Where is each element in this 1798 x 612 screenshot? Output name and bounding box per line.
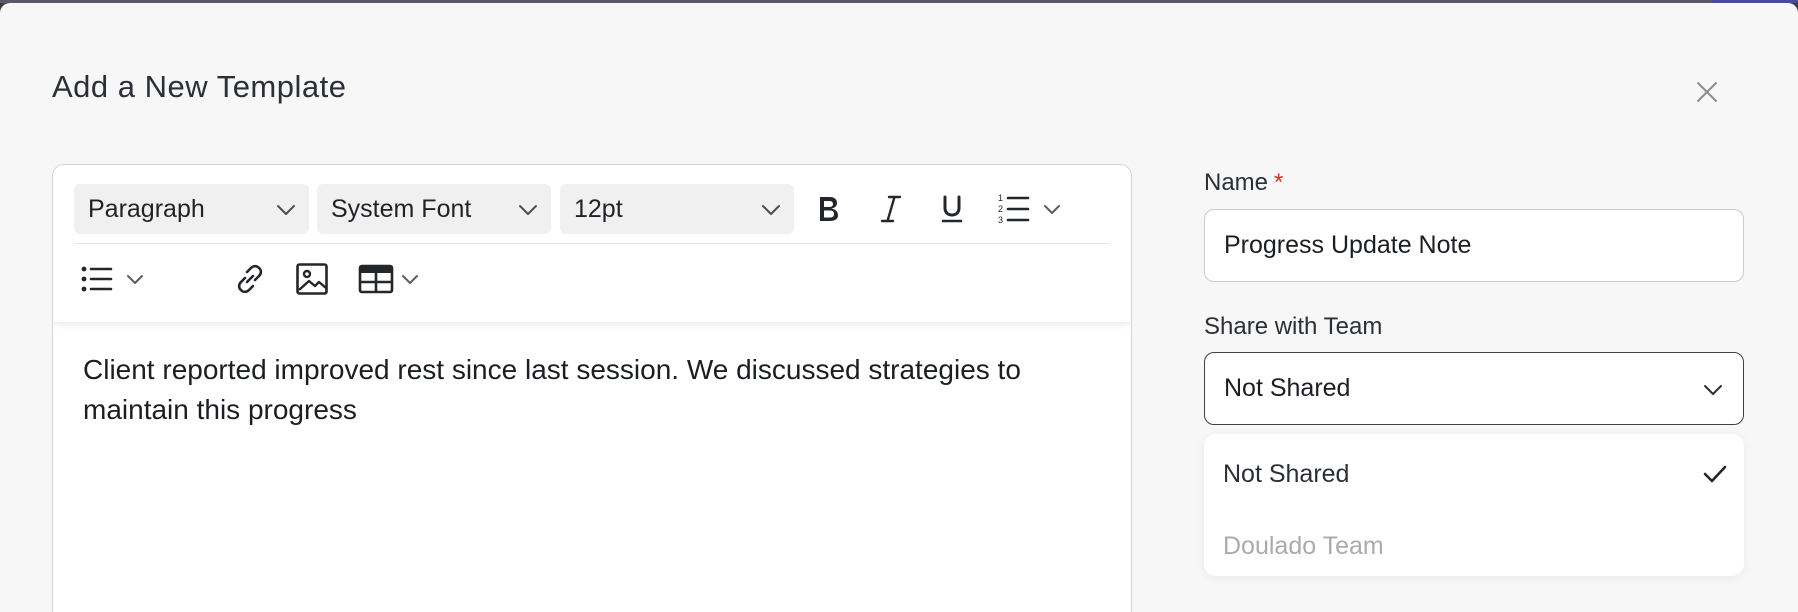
chevron-down-icon bbox=[402, 275, 418, 284]
required-mark: * bbox=[1274, 169, 1284, 196]
chevron-down-icon bbox=[1704, 385, 1722, 395]
close-button[interactable] bbox=[1690, 75, 1724, 109]
italic-icon bbox=[880, 195, 902, 223]
add-template-modal: Add a New Template Paragraph System Font… bbox=[0, 3, 1798, 612]
link-icon bbox=[237, 264, 263, 294]
share-option-doulado-team: Doulado Team bbox=[1204, 516, 1744, 576]
insert-link-button[interactable] bbox=[226, 254, 274, 304]
chevron-down-icon bbox=[277, 205, 295, 215]
rich-text-editor: Paragraph System Font 12pt 1 2 3 Client … bbox=[52, 164, 1132, 612]
svg-text:3: 3 bbox=[998, 215, 1003, 225]
toolbar-divider bbox=[74, 243, 1110, 244]
insert-table-button[interactable] bbox=[352, 254, 400, 304]
chevron-down-icon bbox=[127, 275, 143, 284]
table-dropdown[interactable] bbox=[395, 254, 425, 304]
chevron-down-icon bbox=[519, 205, 537, 215]
name-field-label: Name * bbox=[1204, 169, 1283, 197]
name-input[interactable] bbox=[1204, 209, 1744, 282]
insert-image-button[interactable] bbox=[288, 254, 336, 304]
share-option-not-shared[interactable]: Not Shared bbox=[1204, 444, 1744, 504]
image-icon bbox=[296, 263, 328, 295]
share-selected-value: Not Shared bbox=[1224, 374, 1351, 402]
font-family-label: System Font bbox=[331, 194, 472, 223]
table-icon bbox=[358, 264, 394, 294]
bullet-list-icon bbox=[81, 266, 113, 292]
block-format-select[interactable]: Paragraph bbox=[74, 184, 309, 234]
numbered-list-dropdown[interactable] bbox=[1037, 184, 1067, 234]
share-with-team-select[interactable]: Not Shared bbox=[1204, 352, 1744, 425]
option-label: Not Shared bbox=[1223, 459, 1350, 488]
underline-icon bbox=[941, 195, 963, 223]
modal-title: Add a New Template bbox=[52, 69, 347, 104]
editor-toolbar: Paragraph System Font 12pt 1 2 3 bbox=[53, 165, 1131, 322]
italic-button[interactable] bbox=[868, 184, 914, 234]
underline-button[interactable] bbox=[929, 184, 975, 234]
bold-icon bbox=[820, 197, 838, 221]
check-icon bbox=[1703, 465, 1727, 483]
block-format-label: Paragraph bbox=[88, 194, 205, 223]
font-size-select[interactable]: 12pt bbox=[560, 184, 794, 234]
share-field-label: Share with Team bbox=[1204, 313, 1383, 340]
font-family-select[interactable]: System Font bbox=[317, 184, 551, 234]
chevron-down-icon bbox=[1044, 205, 1060, 214]
numbered-list-icon: 1 2 3 bbox=[998, 193, 1030, 225]
chevron-down-icon bbox=[762, 205, 780, 215]
bullet-list-button[interactable] bbox=[74, 254, 120, 304]
share-options-menu: Not Shared Doulado Team bbox=[1204, 434, 1744, 576]
option-label: Doulado Team bbox=[1223, 531, 1384, 560]
close-icon bbox=[1697, 82, 1717, 102]
bullet-list-dropdown[interactable] bbox=[120, 254, 150, 304]
svg-text:1: 1 bbox=[998, 193, 1003, 203]
editor-content[interactable]: Client reported improved rest since last… bbox=[83, 350, 1103, 430]
bold-button[interactable] bbox=[805, 184, 851, 234]
numbered-list-button[interactable]: 1 2 3 bbox=[991, 184, 1035, 234]
svg-text:2: 2 bbox=[998, 204, 1003, 214]
font-size-label: 12pt bbox=[574, 194, 623, 223]
name-label-text: Name bbox=[1204, 169, 1269, 196]
